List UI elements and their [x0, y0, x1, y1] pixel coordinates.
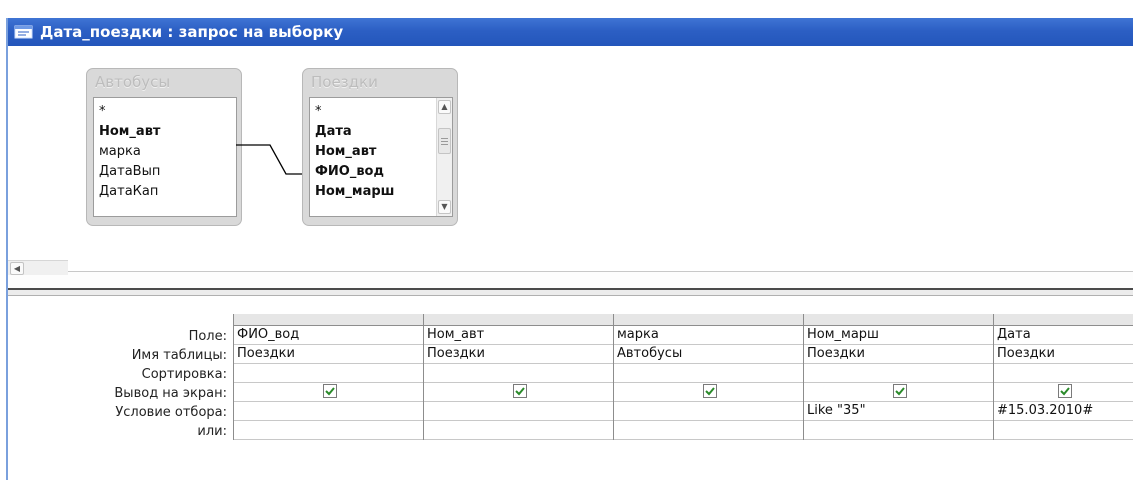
row-label-or: или:	[197, 424, 227, 439]
row-label-table: Имя таблицы:	[131, 348, 227, 363]
field-item[interactable]: Ном_авт	[310, 142, 452, 162]
criteria-cell[interactable]	[614, 402, 803, 421]
column-selector[interactable]	[804, 314, 993, 326]
criteria-cell[interactable]: #15.03.2010#	[994, 402, 1133, 421]
criteria-cell[interactable]: Like "35"	[804, 402, 993, 421]
sort-cell[interactable]	[614, 364, 803, 383]
table-cell[interactable]: Поездки	[424, 345, 613, 364]
query-grid-pane: Поле: Имя таблицы: Сортировка: Вывод на …	[8, 296, 1133, 480]
sort-cell[interactable]	[994, 364, 1133, 383]
join-line[interactable]	[8, 46, 328, 246]
sort-cell[interactable]	[424, 364, 613, 383]
checkmark-icon[interactable]	[1058, 383, 1072, 398]
table-cell[interactable]: Автобусы	[614, 345, 803, 364]
field-cell[interactable]: Дата	[994, 326, 1133, 345]
row-label-show: Вывод на экран:	[114, 386, 227, 401]
grid-column[interactable]: ФИО_вод Поездки	[233, 314, 423, 440]
horizontal-scrollbar[interactable]: ◀	[8, 260, 68, 275]
table-cell[interactable]: Поездки	[804, 345, 993, 364]
grid-column[interactable]: Ном_марш Поездки Like "35"	[803, 314, 993, 440]
field-cell[interactable]: марка	[614, 326, 803, 345]
show-cell[interactable]	[424, 383, 613, 402]
field-cell[interactable]: ФИО_вод	[234, 326, 423, 345]
field-list[interactable]: * Дата Ном_авт ФИО_вод Ном_марш ▲ ▼	[309, 97, 453, 217]
column-selector[interactable]	[424, 314, 613, 326]
criteria-cell[interactable]	[424, 402, 613, 421]
table-box-poezdki[interactable]: Поездки * Дата Ном_авт ФИО_вод Ном_марш …	[302, 68, 458, 226]
sort-cell[interactable]	[804, 364, 993, 383]
query-design-window: Дата_поездки : запрос на выборку Автобус…	[6, 18, 1133, 480]
arrow-left-icon[interactable]: ◀	[10, 262, 24, 275]
field-item[interactable]: ФИО_вод	[310, 162, 452, 182]
show-cell[interactable]	[614, 383, 803, 402]
grid-column[interactable]: Дата Поездки #15.03.2010#	[993, 314, 1133, 440]
window-title: Дата_поездки : запрос на выборку	[40, 23, 344, 41]
query-window-icon	[14, 24, 34, 40]
or-cell[interactable]	[424, 421, 613, 440]
row-label-criteria: Условие отбора:	[115, 405, 227, 420]
field-item[interactable]: Ном_марш	[310, 182, 452, 202]
or-cell[interactable]	[804, 421, 993, 440]
checkmark-icon[interactable]	[513, 383, 527, 398]
or-cell[interactable]	[234, 421, 423, 440]
grid-column[interactable]: Ном_авт Поездки	[423, 314, 613, 440]
table-title[interactable]: Поездки	[303, 69, 457, 95]
field-cell[interactable]: Ном_марш	[804, 326, 993, 345]
checkmark-icon[interactable]	[703, 383, 717, 398]
show-cell[interactable]	[804, 383, 993, 402]
grid-column[interactable]: марка Автобусы	[613, 314, 803, 440]
title-bar[interactable]: Дата_поездки : запрос на выборку	[8, 18, 1133, 46]
arrow-down-icon[interactable]: ▼	[438, 200, 451, 214]
arrow-up-icon[interactable]: ▲	[438, 100, 451, 114]
field-item[interactable]: *	[310, 102, 452, 122]
field-list-scrollbar[interactable]: ▲ ▼	[436, 98, 452, 216]
table-cell[interactable]: Поездки	[994, 345, 1133, 364]
scrollbar-thumb[interactable]	[438, 128, 451, 154]
table-cell[interactable]: Поездки	[234, 345, 423, 364]
row-label-field: Поле:	[188, 329, 227, 344]
show-cell[interactable]	[234, 383, 423, 402]
grid-row-labels: Поле: Имя таблицы: Сортировка: Вывод на …	[8, 327, 230, 441]
field-cell[interactable]: Ном_авт	[424, 326, 613, 345]
checkmark-icon[interactable]	[893, 383, 907, 398]
sort-cell[interactable]	[234, 364, 423, 383]
or-cell[interactable]	[614, 421, 803, 440]
pane-splitter[interactable]	[8, 288, 1133, 296]
field-item[interactable]: Дата	[310, 122, 452, 142]
criteria-cell[interactable]	[234, 402, 423, 421]
column-selector[interactable]	[234, 314, 423, 326]
or-cell[interactable]	[994, 421, 1133, 440]
column-selector[interactable]	[614, 314, 803, 326]
show-cell[interactable]	[994, 383, 1133, 402]
checkmark-icon[interactable]	[323, 383, 337, 398]
column-selector[interactable]	[994, 314, 1133, 326]
table-design-pane[interactable]: Автобусы * Ном_авт марка ДатаВып ДатаКап…	[8, 46, 1133, 275]
row-label-sort: Сортировка:	[141, 367, 227, 382]
